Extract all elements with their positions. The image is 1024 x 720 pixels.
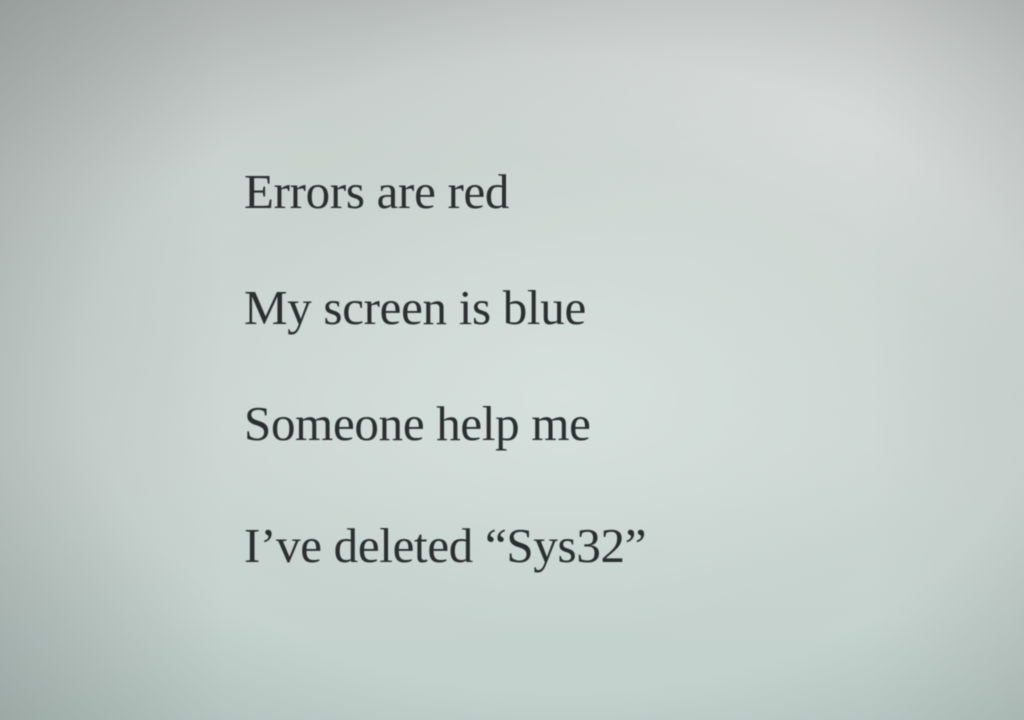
photo-vignette [0, 0, 1024, 720]
photo-of-printed-page: Errors are red My screen is blue Someone… [0, 0, 1024, 720]
poem-line-4: I’ve deleted “Sys32” [244, 518, 647, 573]
poem-line-2: My screen is blue [244, 280, 586, 335]
poem-line-3: Someone help me [244, 396, 591, 451]
paper-tint [0, 460, 1024, 720]
poem-line-1: Errors are red [244, 164, 510, 219]
